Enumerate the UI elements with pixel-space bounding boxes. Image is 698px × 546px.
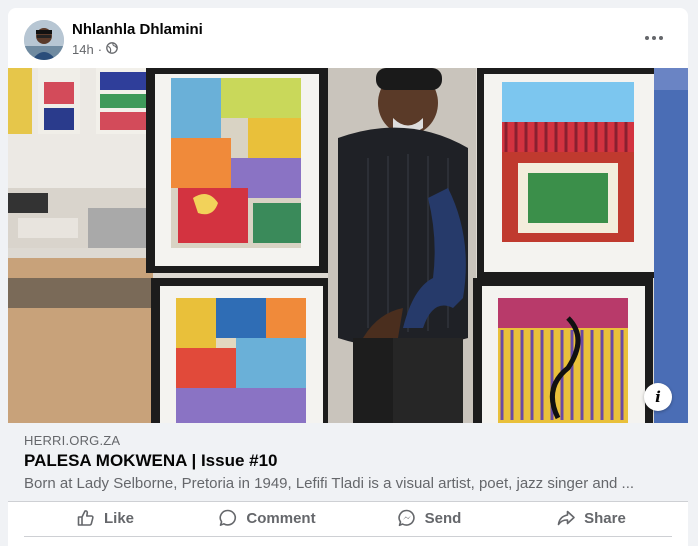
link-description: Born at Lady Selborne, Pretoria in 1949,… xyxy=(24,475,635,492)
post-meta: 14h · xyxy=(72,42,118,57)
post-header: Nhlanhla Dhlamini 14h · xyxy=(8,8,688,68)
like-icon xyxy=(77,510,94,526)
action-bar: Like Comment Send Share xyxy=(24,502,672,537)
link-title[interactable]: PALESA MOKWENA | Issue #10 xyxy=(24,451,278,471)
like-label: Like xyxy=(103,509,134,527)
share-button[interactable]: Share xyxy=(510,502,672,534)
globe-icon[interactable] xyxy=(106,42,118,57)
comment-button[interactable]: Comment xyxy=(186,502,348,534)
share-icon xyxy=(557,510,575,526)
meta-separator: · xyxy=(97,42,103,57)
like-button[interactable]: Like xyxy=(24,502,186,534)
send-button[interactable]: Send xyxy=(348,502,510,534)
comment-icon xyxy=(219,509,237,526)
send-label: Send xyxy=(424,509,462,527)
share-label: Share xyxy=(584,509,626,527)
post-card: Nhlanhla Dhlamini 14h · i HERRI.ORG.ZA P… xyxy=(8,8,688,546)
link-domain: HERRI.ORG.ZA xyxy=(24,433,121,448)
more-icon[interactable] xyxy=(642,30,666,46)
post-image[interactable]: i xyxy=(8,68,688,423)
info-icon[interactable]: i xyxy=(644,383,672,411)
post-time[interactable]: 14h xyxy=(72,42,94,57)
send-icon xyxy=(397,509,415,527)
comment-label: Comment xyxy=(246,509,316,527)
author-name[interactable]: Nhlanhla Dhlamini xyxy=(72,21,203,38)
link-preview[interactable]: HERRI.ORG.ZA PALESA MOKWENA | Issue #10 … xyxy=(8,423,688,502)
avatar[interactable] xyxy=(24,20,64,60)
